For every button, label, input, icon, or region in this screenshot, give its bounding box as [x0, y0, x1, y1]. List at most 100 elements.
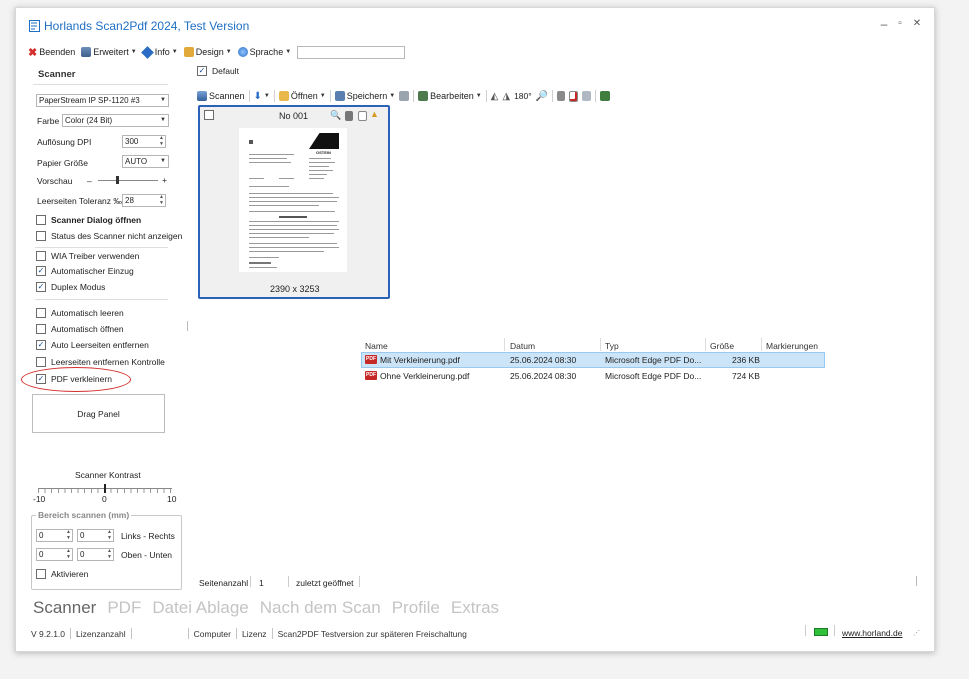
menu-beenden[interactable]: ✖ Beenden	[28, 46, 75, 59]
minimize-button[interactable]: –	[876, 16, 892, 32]
links-stepper[interactable]: 0 ▲ ▼	[36, 529, 73, 542]
check-auto-leeren[interactable]: Automatisch leeren	[36, 308, 124, 318]
checkbox-checked[interactable]: ✓	[197, 66, 207, 76]
tab-profile[interactable]: Profile	[392, 598, 440, 618]
check-leerseiten-kontrolle[interactable]: Leerseiten entfernen Kontrolle	[36, 357, 165, 367]
vorschau-slider-thumb[interactable]	[116, 176, 119, 184]
zuletzt-geoeffnet-label[interactable]: zuletzt geöffnet	[296, 578, 354, 588]
column-header-groesse[interactable]: Größe	[710, 341, 734, 351]
farbe-select[interactable]: Color (24 Bit) ▼	[62, 114, 169, 127]
speichern-button[interactable]: Speichern ▼	[334, 91, 395, 101]
check-scanner-dialog[interactable]: Scanner Dialog öffnen	[36, 215, 141, 225]
file-row[interactable]: PDF Mit Verkleinerung.pdf 25.06.2024 08:…	[361, 352, 825, 368]
zoom-icon[interactable]: 🔎	[536, 91, 548, 102]
tab-extras[interactable]: Extras	[451, 598, 499, 618]
tab-scanner[interactable]: Scanner	[33, 598, 96, 618]
rotate-right-icon[interactable]: ◮	[502, 91, 510, 102]
bearbeiten-button[interactable]: Bearbeiten ▼	[418, 91, 482, 101]
divider	[35, 299, 168, 300]
column-header-markierungen[interactable]: Markierungen	[766, 341, 818, 351]
zoom-icon[interactable]: 🔍	[330, 110, 341, 121]
delete-page-icon[interactable]	[569, 90, 579, 102]
oeffnen-button[interactable]: Öffnen ▼	[278, 91, 326, 101]
thumbnail-size: 2390 x 3253	[270, 284, 320, 294]
file-name: Ohne Verkleinerung.pdf	[380, 371, 470, 381]
rotate-left-icon[interactable]: ◭	[491, 91, 499, 102]
divider	[359, 576, 360, 587]
check-status-scanner[interactable]: Status des Scanner nicht anzeigen	[36, 231, 182, 241]
drag-panel[interactable]: Drag Panel	[32, 394, 165, 433]
checkbox[interactable]	[36, 251, 46, 261]
divider	[250, 576, 251, 587]
vorschau-slider[interactable]	[98, 180, 158, 181]
checkbox[interactable]	[36, 569, 46, 579]
vorschau-plus[interactable]: +	[162, 175, 167, 185]
check-leerseiten[interactable]: ✓ Auto Leerseiten entfernen	[36, 340, 149, 350]
check-aktivieren[interactable]: Aktivieren	[36, 569, 88, 579]
button-label: Scannen	[209, 91, 245, 101]
checkbox-checked[interactable]: ✓	[36, 340, 46, 350]
import-button[interactable]: ⬇ ▼	[254, 91, 270, 102]
version-text: V 9.2.1.0	[31, 628, 66, 639]
rechts-stepper[interactable]: 0 ▲ ▼	[77, 529, 114, 542]
chevron-down-icon: ▼	[263, 93, 270, 99]
toleranz-stepper[interactable]: 28 ▲ ▼	[122, 194, 166, 207]
print-icon[interactable]	[399, 91, 410, 101]
checkbox-label: Duplex Modus	[51, 282, 106, 292]
checkbox[interactable]	[36, 324, 46, 334]
vorschau-minus[interactable]: –	[87, 176, 92, 186]
checkbox[interactable]	[36, 231, 46, 241]
check-wia[interactable]: WIA Treiber verwenden	[36, 251, 139, 261]
scannen-button[interactable]: Scannen	[197, 91, 245, 101]
tab-nach-dem-scan[interactable]: Nach dem Scan	[260, 598, 381, 618]
check-duplex[interactable]: ✓ Duplex Modus	[36, 282, 105, 292]
brush-icon[interactable]: ▲	[370, 109, 379, 119]
pages-icon[interactable]	[582, 91, 592, 101]
checkbox-label: Automatisch öffnen	[51, 324, 124, 334]
menu-info[interactable]: Info ▼	[140, 45, 178, 59]
menu-sprache[interactable]: Sprache ▼	[237, 47, 291, 57]
divider	[33, 84, 168, 85]
brush-icon	[183, 47, 194, 57]
check-default[interactable]: ✓ Default	[197, 66, 239, 76]
file-row[interactable]: PDF Ohne Verkleinerung.pdf 25.06.2024 08…	[361, 368, 823, 382]
rotate-180-button[interactable]: 180°	[514, 91, 532, 101]
page-thumbnail[interactable]: No 001 🔍 ▲ OSTEIN 2390 x 3253	[198, 105, 390, 299]
check-einzug[interactable]: ✓ Automatischer Einzug	[36, 266, 134, 276]
checkbox[interactable]	[36, 215, 46, 225]
menu-search-input[interactable]	[297, 45, 406, 59]
kontrast-slider-thumb[interactable]	[104, 484, 106, 493]
scanner-device-select[interactable]: PaperStream IP SP-1120 #3 ▼	[36, 94, 169, 107]
annotation-ellipse	[21, 367, 131, 392]
tab-datei-ablage[interactable]: Datei Ablage	[152, 598, 248, 618]
export-icon[interactable]	[600, 91, 611, 101]
dpi-stepper[interactable]: 300 ▲ ▼	[122, 135, 166, 148]
splitter-handle[interactable]	[187, 321, 188, 331]
menu-erweitert[interactable]: Erweitert ▼	[81, 47, 137, 57]
check-auto-oeffnen[interactable]: Automatisch öffnen	[36, 324, 124, 334]
column-header-datum[interactable]: Datum	[510, 341, 535, 351]
oben-stepper[interactable]: 0 ▲ ▼	[36, 548, 73, 561]
checkbox-checked[interactable]: ✓	[36, 282, 46, 292]
trash-icon[interactable]	[557, 91, 566, 101]
thumbnail-checkbox[interactable]	[204, 110, 214, 120]
splitter-handle[interactable]	[916, 576, 917, 586]
website-link[interactable]: www.horland.de	[842, 628, 902, 638]
unten-stepper[interactable]: 0 ▲ ▼	[77, 548, 114, 561]
tab-pdf[interactable]: PDF	[107, 598, 141, 618]
file-size: 724 KB	[732, 371, 760, 381]
scan-icon	[197, 91, 207, 101]
column-header-typ[interactable]: Typ	[605, 341, 619, 351]
checkbox[interactable]	[36, 308, 46, 318]
checkbox[interactable]	[36, 357, 46, 367]
maximize-button[interactable]: ▫	[892, 16, 908, 32]
papier-select[interactable]: AUTO ▼	[122, 155, 169, 168]
column-header-name[interactable]: Name	[365, 341, 388, 351]
close-button[interactable]: ✕	[909, 16, 925, 32]
resize-grip-icon[interactable]: ⋰	[913, 629, 920, 637]
scanner-heading: Scanner	[38, 69, 76, 80]
menu-design[interactable]: Design ▼	[183, 47, 232, 57]
edit-page-icon[interactable]	[358, 111, 367, 121]
checkbox-checked[interactable]: ✓	[36, 266, 46, 276]
trash-icon[interactable]	[345, 111, 353, 121]
